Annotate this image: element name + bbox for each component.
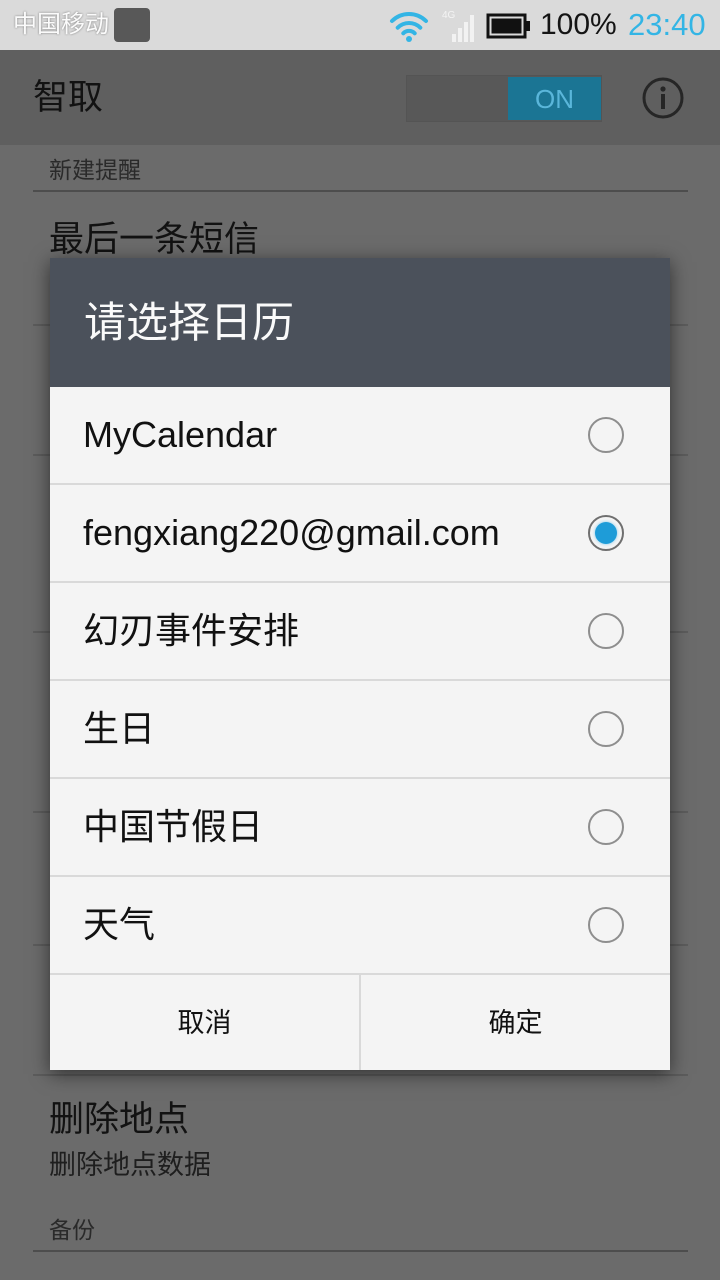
wifi-icon bbox=[390, 11, 428, 42]
calendar-option-holidays[interactable]: 中国节假日 bbox=[50, 779, 670, 877]
app-bar: 智取 ON bbox=[0, 50, 720, 145]
radio-button-icon[interactable] bbox=[588, 613, 624, 649]
master-toggle-switch[interactable]: ON bbox=[406, 75, 602, 122]
app-title: 智取 bbox=[33, 78, 104, 117]
radio-button-icon[interactable] bbox=[588, 515, 624, 551]
calendar-option-mycalendar[interactable]: MyCalendar bbox=[50, 387, 670, 485]
calendar-option-gmail[interactable]: fengxiang220@gmail.com bbox=[50, 485, 670, 583]
calendar-option-label: 幻刃事件安排 bbox=[83, 610, 300, 651]
dialog-header: 请选择日历 bbox=[50, 258, 670, 387]
calendar-option-events[interactable]: 幻刃事件安排 bbox=[50, 583, 670, 681]
status-bar: 中国移动 4G 100% 23:40 bbox=[0, 0, 720, 50]
toggle-label: ON bbox=[535, 83, 574, 114]
radio-button-icon[interactable] bbox=[588, 417, 624, 453]
radio-button-icon[interactable] bbox=[588, 711, 624, 747]
cancel-button[interactable]: 取消 bbox=[50, 975, 359, 1070]
clock: 23:40 bbox=[628, 7, 706, 42]
dialog-title: 请选择日历 bbox=[84, 298, 295, 346]
item-divider bbox=[33, 1074, 688, 1076]
calendar-option-weather[interactable]: 天气 bbox=[50, 877, 670, 975]
radio-dot-icon bbox=[595, 522, 617, 544]
pref-delete-location-summary: 删除地点数据 bbox=[49, 1150, 211, 1180]
cell-signal-icon: 4G bbox=[442, 10, 474, 42]
pref-delete-location-title[interactable]: 删除地点 bbox=[49, 1099, 189, 1141]
calendar-option-birthdays[interactable]: 生日 bbox=[50, 681, 670, 779]
battery-percent: 100% bbox=[540, 8, 617, 41]
dialog-button-row: 取消 确定 bbox=[50, 975, 670, 1070]
calendar-option-label: 生日 bbox=[83, 708, 156, 749]
network-type-label: 4G bbox=[442, 10, 456, 21]
confirm-button[interactable]: 确定 bbox=[361, 975, 670, 1070]
section-divider bbox=[33, 1250, 688, 1252]
info-icon[interactable] bbox=[641, 76, 685, 120]
carrier-name: 中国移动 bbox=[13, 11, 109, 38]
section-divider bbox=[33, 190, 688, 192]
pref-last-sms-title[interactable]: 最后一条短信 bbox=[49, 219, 259, 261]
battery-icon bbox=[486, 13, 530, 39]
calendar-option-label: MyCalendar bbox=[83, 414, 278, 455]
section-header-new-reminder: 新建提醒 bbox=[49, 157, 141, 183]
calendar-option-label: 天气 bbox=[83, 904, 156, 945]
choose-calendar-dialog: 请选择日历 MyCalendar fengxiang220@gmail.com … bbox=[50, 258, 670, 1070]
calendar-option-label: 中国节假日 bbox=[83, 806, 264, 847]
calendar-option-label: fengxiang220@gmail.com bbox=[83, 512, 500, 553]
notification-square-icon bbox=[114, 8, 150, 42]
radio-button-icon[interactable] bbox=[588, 907, 624, 943]
radio-button-icon[interactable] bbox=[588, 809, 624, 845]
section-header-backup: 备份 bbox=[49, 1217, 95, 1243]
toggle-thumb: ON bbox=[508, 77, 601, 120]
